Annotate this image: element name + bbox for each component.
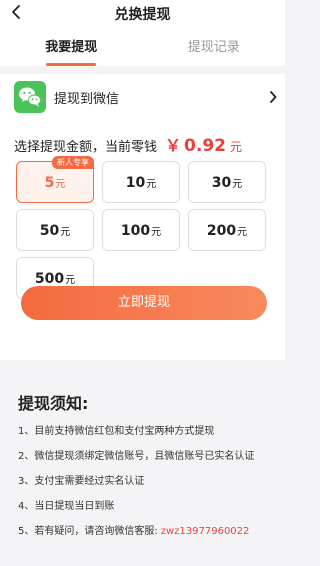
tab-withdraw-records[interactable]: 提现记录 bbox=[143, 36, 286, 66]
balance-row: 选择提现金额，当前零钱 ￥ 0.92 元 bbox=[14, 132, 242, 156]
amount-value: 5 bbox=[44, 175, 55, 191]
amount-option-10[interactable]: 10元 bbox=[102, 161, 180, 203]
withdraw-method-label: 提现到微信 bbox=[54, 92, 120, 107]
withdraw-now-button[interactable]: 立即提现 bbox=[21, 286, 267, 320]
tab-withdraw-label: 我要提现 bbox=[45, 40, 98, 55]
wechat-icon bbox=[14, 81, 46, 113]
amount-value: 10 bbox=[125, 175, 146, 191]
amount-option-5[interactable]: 5元 新人专享 bbox=[16, 156, 94, 203]
amount-unit: 元 bbox=[65, 275, 76, 286]
notice-title: 提现须知: bbox=[18, 394, 89, 413]
amount-panel: 选择提现金额，当前零钱 ￥ 0.92 元 5元 新人专享 10元 30元 50元… bbox=[0, 120, 285, 360]
withdraw-notice: 提现须知: 1、目前支持微信红包和支付宝两种方式提现 2、微信提现须绑定微信账号… bbox=[0, 378, 320, 539]
amount-unit: 元 bbox=[146, 179, 157, 190]
balance-label: 选择提现金额，当前零钱 bbox=[14, 140, 158, 155]
amount-option-200[interactable]: 200元 bbox=[188, 209, 266, 251]
page-title: 兑换提现 bbox=[114, 7, 171, 23]
amount-unit: 元 bbox=[60, 227, 71, 238]
chevron-right-icon bbox=[270, 91, 277, 103]
top-bar: 兑换提现 我要提现 提现记录 bbox=[0, 0, 285, 66]
amount-value: 30 bbox=[211, 175, 232, 191]
balance-value: 0.92 bbox=[184, 136, 226, 156]
amount-value: 100 bbox=[120, 223, 151, 239]
currency-symbol: ￥ bbox=[165, 136, 182, 155]
amount-value: 500 bbox=[34, 271, 65, 287]
notice-rule: 3、支付宝需要经过实名认证 bbox=[18, 476, 145, 487]
tab-withdraw[interactable]: 我要提现 bbox=[0, 36, 143, 66]
withdraw-method-row[interactable]: 提现到微信 bbox=[0, 74, 285, 120]
navbar: 兑换提现 bbox=[0, 0, 285, 28]
tab-bar: 我要提现 提现记录 bbox=[0, 36, 285, 66]
tab-active-indicator bbox=[46, 63, 97, 66]
amount-unit: 元 bbox=[55, 179, 66, 190]
notice-rule: 5、若有疑问，请咨询微信客服: bbox=[18, 526, 158, 537]
amount-value: 200 bbox=[206, 223, 237, 239]
amount-option-100[interactable]: 100元 bbox=[102, 209, 180, 251]
notice-rule: 4、当日提现当日到账 bbox=[18, 501, 115, 512]
amount-unit: 元 bbox=[237, 227, 248, 238]
amount-unit: 元 bbox=[232, 179, 243, 190]
amount-unit: 元 bbox=[151, 227, 162, 238]
new-user-badge: 新人专享 bbox=[52, 156, 94, 169]
notice-rule: 1、目前支持微信红包和支付宝两种方式提现 bbox=[18, 426, 215, 437]
tab-records-label: 提现记录 bbox=[187, 40, 240, 55]
balance-unit: 元 bbox=[229, 140, 242, 154]
notice-rule: 2、微信提现须绑定微信账号，且微信账号已实名认证 bbox=[18, 451, 255, 462]
amount-option-50[interactable]: 50元 bbox=[16, 209, 94, 251]
support-contact-id: zwz13977960022 bbox=[160, 526, 250, 537]
amount-value: 50 bbox=[39, 223, 60, 239]
amount-option-30[interactable]: 30元 bbox=[188, 161, 266, 203]
notice-rule-contact-row: 5、若有疑问，请咨询微信客服: zwz13977960022 bbox=[18, 524, 302, 539]
